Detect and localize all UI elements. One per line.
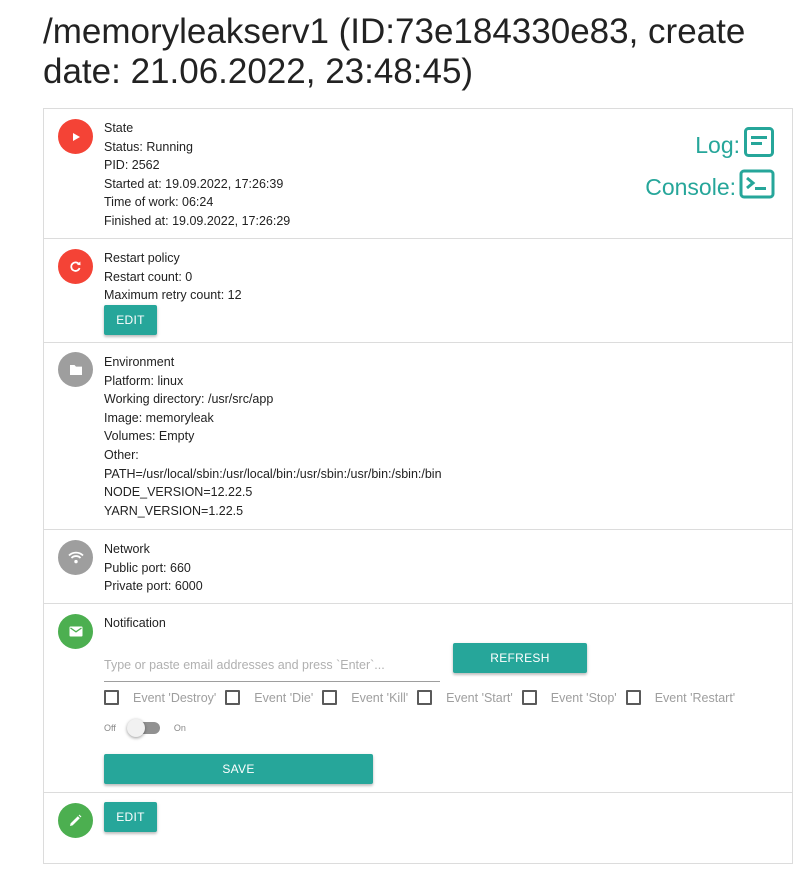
- event-die-checkbox[interactable]: [225, 690, 241, 705]
- event-destroy-option[interactable]: Event 'Destroy': [104, 690, 216, 705]
- platform-text: Platform: linux: [104, 373, 184, 388]
- refresh-icon: [58, 249, 93, 284]
- event-destroy-label: Event 'Destroy': [133, 690, 217, 705]
- refresh-button[interactable]: REFRESH: [453, 643, 587, 673]
- event-restart-checkbox[interactable]: [625, 690, 641, 705]
- edit-section: EDIT: [44, 793, 792, 863]
- console-label: Console:: [645, 173, 736, 200]
- toggle-thumb: [126, 719, 145, 737]
- notification-heading: Notification: [104, 616, 166, 630]
- console-link[interactable]: Console:: [645, 169, 775, 205]
- restart-policy-heading: Restart policy: [104, 251, 180, 265]
- public-port-text: Public port: 660: [104, 560, 191, 575]
- environment-details: Environment Platform: linux Working dire…: [104, 353, 442, 520]
- event-restart-label: Event 'Restart': [654, 690, 736, 705]
- edit-button[interactable]: EDIT: [104, 802, 157, 832]
- finished-text: Finished at: 19.09.2022, 17:26:29: [104, 213, 291, 228]
- env-var-node: NODE_VERSION=12.22.5: [104, 485, 253, 500]
- notification-details: Notification: [104, 614, 166, 633]
- notification-toggle[interactable]: [126, 719, 160, 737]
- event-die-label: Event 'Die': [254, 690, 314, 705]
- event-start-option[interactable]: Event 'Start': [417, 690, 513, 705]
- time-of-work-text: Time of work: 06:24: [104, 195, 214, 210]
- restart-edit-button[interactable]: EDIT: [104, 305, 157, 335]
- workdir-text: Working directory: /usr/src/app: [104, 392, 274, 407]
- save-button[interactable]: SAVE: [104, 754, 373, 784]
- status-text: Status: Running: [104, 139, 193, 154]
- event-restart-option[interactable]: Event 'Restart': [625, 690, 736, 705]
- started-text: Started at: 19.09.2022, 17:26:39: [104, 176, 284, 191]
- private-port-text: Private port: 6000: [104, 579, 203, 594]
- environment-heading: Environment: [104, 355, 175, 369]
- event-checkboxes: Event 'Destroy' Event 'Die' Event 'Kill'…: [104, 690, 744, 705]
- restart-policy-section: Restart policy Restart count: 0 Maximum …: [44, 239, 792, 343]
- container-details-card: State Status: Running PID: 2562 Started …: [43, 108, 793, 864]
- pencil-icon: [58, 803, 93, 838]
- event-stop-option[interactable]: Event 'Stop': [521, 690, 617, 705]
- image-text: Image: memoryleak: [104, 410, 214, 425]
- environment-section: Environment Platform: linux Working dire…: [44, 343, 792, 530]
- log-label: Log:: [695, 131, 740, 158]
- play-icon: [58, 119, 93, 154]
- pid-text: PID: 2562: [104, 158, 160, 173]
- switch-on-label: On: [173, 723, 186, 733]
- event-kill-label: Event 'Kill': [351, 690, 409, 705]
- event-destroy-checkbox[interactable]: [104, 690, 119, 705]
- notification-section: Notification REFRESH Event 'Destroy' Eve…: [44, 604, 792, 793]
- event-stop-checkbox[interactable]: [521, 690, 537, 705]
- state-links: Log: Console:: [645, 127, 775, 211]
- event-stop-label: Event 'Stop': [550, 690, 617, 705]
- state-section: State Status: Running PID: 2562 Started …: [44, 109, 792, 239]
- env-var-path: PATH=/usr/local/sbin:/usr/local/bin:/usr…: [104, 466, 442, 481]
- max-retry-text: Maximum retry count: 12: [104, 288, 242, 303]
- event-start-label: Event 'Start': [446, 690, 513, 705]
- folder-icon: [58, 352, 93, 387]
- event-die-option[interactable]: Event 'Die': [225, 690, 313, 705]
- event-kill-option[interactable]: Event 'Kill': [322, 690, 408, 705]
- switch-off-label: Off: [104, 723, 116, 733]
- notification-switch: Off On: [104, 719, 186, 737]
- log-icon: [743, 126, 775, 164]
- page-title: /memoryleakserv1 (ID:73e184330e83, creat…: [43, 12, 746, 91]
- wifi-icon: [58, 540, 93, 575]
- console-icon: [739, 169, 775, 205]
- mail-icon: [58, 614, 93, 649]
- env-var-yarn: YARN_VERSION=1.22.5: [104, 503, 244, 518]
- state-heading: State: [104, 121, 134, 135]
- state-details: State Status: Running PID: 2562 Started …: [104, 119, 290, 231]
- network-heading: Network: [104, 542, 150, 556]
- network-section: Network Public port: 660 Private port: 6…: [44, 530, 792, 604]
- event-start-checkbox[interactable]: [417, 690, 433, 705]
- volumes-text: Volumes: Empty: [104, 429, 195, 444]
- network-details: Network Public port: 660 Private port: 6…: [104, 540, 203, 596]
- other-text: Other:: [104, 447, 139, 462]
- email-input[interactable]: [104, 648, 440, 682]
- restart-policy-details: Restart policy Restart count: 0 Maximum …: [104, 249, 242, 305]
- restart-count-text: Restart count: 0: [104, 269, 193, 284]
- event-kill-checkbox[interactable]: [322, 690, 338, 705]
- log-link[interactable]: Log:: [645, 127, 775, 163]
